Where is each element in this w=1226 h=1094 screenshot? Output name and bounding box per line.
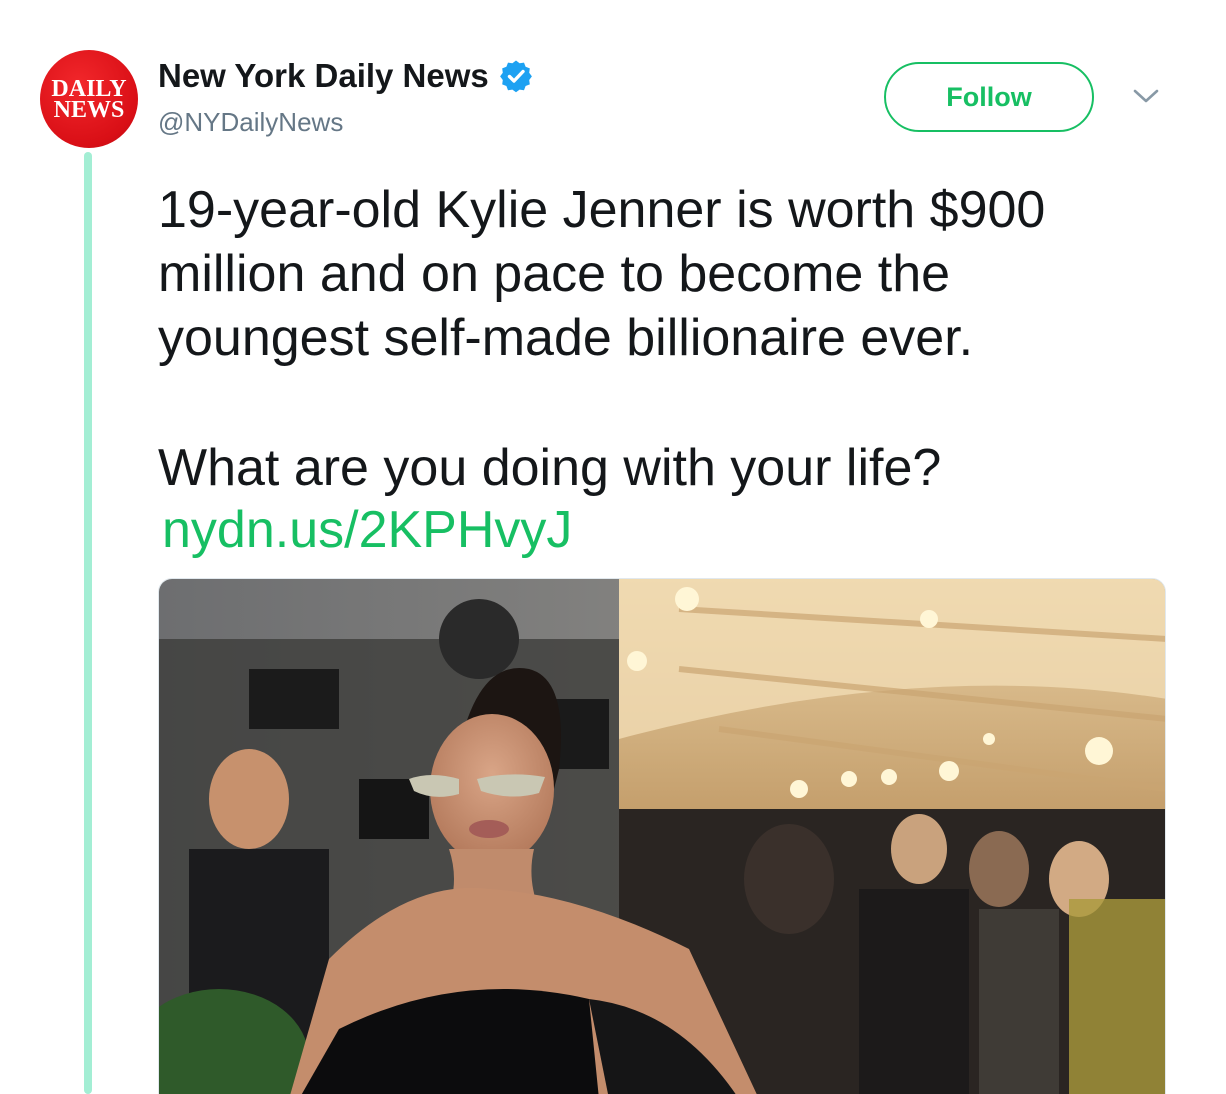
display-name[interactable]: New York Daily News xyxy=(158,56,489,96)
chevron-down-icon[interactable] xyxy=(1132,86,1160,106)
account-handle[interactable]: @NYDailyNews xyxy=(158,106,343,138)
thread-connector-line xyxy=(84,152,92,1094)
avatar[interactable]: DAILY NEWS xyxy=(40,50,138,148)
avatar-logo-line-2: NEWS xyxy=(53,97,125,123)
tweet-card: DAILY NEWS New York Daily News @NYDailyN… xyxy=(0,0,1226,1094)
tweet-paragraph-1: 19-year-old Kylie Jenner is worth $900 m… xyxy=(158,181,1046,367)
tweet-text: 19-year-old Kylie Jenner is worth $900 m… xyxy=(158,178,1168,500)
tweet-paragraph-2: What are you doing with your life? xyxy=(158,439,942,497)
verified-badge-icon xyxy=(499,59,533,93)
author-name-row[interactable]: New York Daily News xyxy=(158,56,533,96)
tweet-photo[interactable] xyxy=(158,578,1166,1094)
follow-button[interactable]: Follow xyxy=(884,62,1094,132)
photo-illustration xyxy=(159,579,1165,1094)
tweet-link[interactable]: nydn.us/2KPHvyJ xyxy=(162,500,572,560)
